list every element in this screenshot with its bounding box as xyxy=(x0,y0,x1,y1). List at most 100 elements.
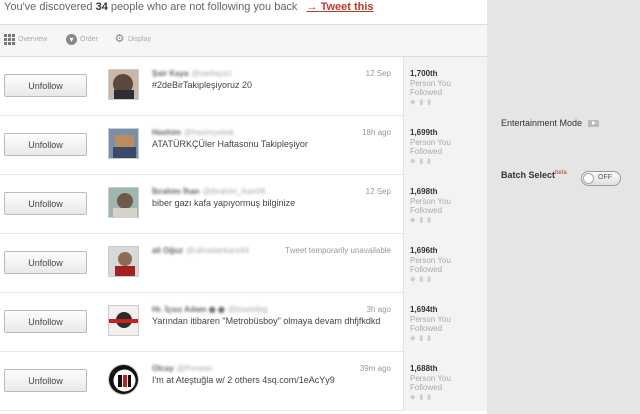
gear-icon: ⚙ xyxy=(114,33,125,45)
overview-label: Overview xyxy=(18,36,48,43)
avatar[interactable] xyxy=(108,364,139,395)
tweet-actions[interactable]: ◆ ▮ ▮ xyxy=(410,393,432,401)
follow-rank: 1,688th Person You Followed ◆ ▮ ▮ xyxy=(403,352,487,411)
user-name[interactable]: Hashim xyxy=(152,128,181,137)
unfollow-button[interactable]: Unfollow xyxy=(4,251,87,274)
rank-number: 1,696th xyxy=(410,246,438,255)
display-button[interactable]: ⚙ Display xyxy=(114,34,151,45)
tweet-text: Yarından itibaren "Metrobüsboy" olmaya d… xyxy=(152,316,381,326)
tweet-this-link[interactable]: → Tweet this xyxy=(307,1,374,13)
list-item: Unfollow Olcay @Ponean 39m ago I'm at Ate… xyxy=(0,352,487,411)
arrow-icon: → xyxy=(306,1,318,13)
rank-label: Person You Followed xyxy=(410,79,451,97)
order-button[interactable]: ▾ Order xyxy=(66,34,98,45)
unfollow-button[interactable]: Unfollow xyxy=(4,310,87,333)
tweet-time: Tweet temporarily unavailable xyxy=(285,246,391,255)
user-name-line: Şair Kaya @sarkaya1 xyxy=(152,69,232,78)
rank-label: Person You Followed xyxy=(410,197,451,215)
user-name-line: İbrahim İhan @ibrahim_ihan06 xyxy=(152,187,265,196)
discovery-banner: You've discovered 34 people who are not … xyxy=(4,1,374,13)
avatar[interactable] xyxy=(108,128,139,159)
chevron-down-icon: ▾ xyxy=(66,34,77,45)
tweet-time: 12 Sep xyxy=(365,69,391,78)
banner-suffix: people who are not following you back xyxy=(110,1,298,13)
user-name-line: ali Oğuz @ultraslankara44 xyxy=(152,246,249,255)
user-handle[interactable]: @Ponean xyxy=(177,364,213,373)
unfollow-button[interactable]: Unfollow xyxy=(4,133,87,156)
avatar-image xyxy=(109,365,138,394)
user-handle[interactable]: @bisebibig xyxy=(228,305,268,314)
avatar-image xyxy=(109,70,138,99)
avatar[interactable] xyxy=(108,187,139,218)
tweet-this-label: Tweet this xyxy=(320,1,374,13)
tweet-actions[interactable]: ◆ ▮ ▮ xyxy=(410,334,432,342)
tweet-text: I'm at Ateştuğla w/ 2 others 4sq.com/1eA… xyxy=(152,375,335,385)
grid-icon xyxy=(4,34,15,45)
user-name[interactable]: Olcay xyxy=(152,364,174,373)
tweet-time: 3h ago xyxy=(366,305,391,314)
batch-select-toggle[interactable]: OFF xyxy=(581,171,621,186)
rank-number: 1,688th xyxy=(410,364,438,373)
view-toolbar: Overview ▾ Order ⚙ Display xyxy=(0,24,487,57)
batch-label: Batch Select xyxy=(501,170,556,180)
avatar-image xyxy=(109,306,138,335)
tweet-actions[interactable]: ◆ ▮ ▮ xyxy=(410,216,432,224)
entertainment-label: Entertainment Mode xyxy=(501,118,583,128)
tweet-time: 12 Sep xyxy=(365,187,391,196)
toggle-state: OFF xyxy=(598,174,612,181)
list-item: Unfollow Hashim @hasimyetisk 18h ago ATAT… xyxy=(0,116,487,175)
follow-rank: 1,698th Person You Followed ◆ ▮ ▮ xyxy=(403,175,487,234)
batch-select-label: Batch Selectbeta xyxy=(501,170,567,180)
user-name[interactable]: ali Oğuz xyxy=(152,246,183,255)
play-icon[interactable] xyxy=(588,119,600,127)
tweet-actions[interactable]: ◆ ▮ ▮ xyxy=(410,98,432,106)
entertainment-mode: Entertainment Mode xyxy=(501,118,600,128)
follow-rank: 1,694th Person You Followed ◆ ▮ ▮ xyxy=(403,293,487,352)
order-label: Order xyxy=(80,36,98,43)
overview-button[interactable]: Overview xyxy=(4,34,47,45)
unfollow-button[interactable]: Unfollow xyxy=(4,192,87,215)
user-name-line: Hashim @hasimyetisk xyxy=(152,128,234,137)
tweet-actions[interactable]: ◆ ▮ ▮ xyxy=(410,275,432,283)
list-item: Unfollow ali Oğuz @ultraslankara44 Tweet … xyxy=(0,234,487,293)
user-handle[interactable]: @ibrahim_ihan06 xyxy=(203,187,266,196)
banner-prefix: You've discovered xyxy=(4,1,93,13)
user-name[interactable]: Hr. İçsız Adam ◉ ◉ xyxy=(152,305,225,314)
beta-badge: beta xyxy=(555,170,567,176)
tweet-actions[interactable]: ◆ ▮ ▮ xyxy=(410,157,432,165)
unfollow-button[interactable]: Unfollow xyxy=(4,369,87,392)
user-name-line: Hr. İçsız Adam ◉ ◉ @bisebibig xyxy=(152,305,268,314)
rank-number: 1,700th xyxy=(410,69,438,78)
settings-panel: Entertainment Mode Batch Selectbeta OFF xyxy=(487,0,640,414)
rank-label: Person You Followed xyxy=(410,315,451,333)
follow-rank: 1,699th Person You Followed ◆ ▮ ▮ xyxy=(403,116,487,175)
avatar-image xyxy=(109,188,138,217)
avatar[interactable] xyxy=(108,246,139,277)
banner-count: 34 xyxy=(95,1,108,13)
tweet-text: biber gazı kafa yapıyormuş bilginize xyxy=(152,198,296,208)
user-name[interactable]: İbrahim İhan xyxy=(152,187,200,196)
rank-label: Person You Followed xyxy=(410,374,451,392)
list-item: Unfollow Hr. İçsız Adam ◉ ◉ @bisebibig 3h… xyxy=(0,293,487,352)
user-handle[interactable]: @ultraslankara44 xyxy=(186,246,249,255)
tweet-time: 18h ago xyxy=(362,128,391,137)
tweet-text: ATATÜRKÇÜler Haftasonu Takipleşiyor xyxy=(152,139,308,149)
avatar[interactable] xyxy=(108,305,139,336)
toggle-knob xyxy=(583,173,594,184)
rank-number: 1,694th xyxy=(410,305,438,314)
follow-rank: 1,696th Person You Followed ◆ ▮ ▮ xyxy=(403,234,487,293)
avatar-image xyxy=(109,129,138,158)
main-content: You've discovered 34 people who are not … xyxy=(0,0,487,414)
user-handle[interactable]: @sarkaya1 xyxy=(191,69,232,78)
unfollow-button[interactable]: Unfollow xyxy=(4,74,87,97)
user-handle[interactable]: @hasimyetisk xyxy=(184,128,234,137)
list-item: Unfollow Şair Kaya @sarkaya1 12 Sep #2deB… xyxy=(0,57,487,116)
rank-label: Person You Followed xyxy=(410,138,451,156)
user-name[interactable]: Şair Kaya xyxy=(152,69,188,78)
avatar[interactable] xyxy=(108,69,139,100)
list-item: Unfollow İbrahim İhan @ibrahim_ihan06 12 … xyxy=(0,175,487,234)
follow-rank: 1,700th Person You Followed ◆ ▮ ▮ xyxy=(403,57,487,116)
user-name-line: Olcay @Ponean xyxy=(152,364,213,373)
rank-number: 1,699th xyxy=(410,128,438,137)
display-label: Display xyxy=(128,36,151,43)
